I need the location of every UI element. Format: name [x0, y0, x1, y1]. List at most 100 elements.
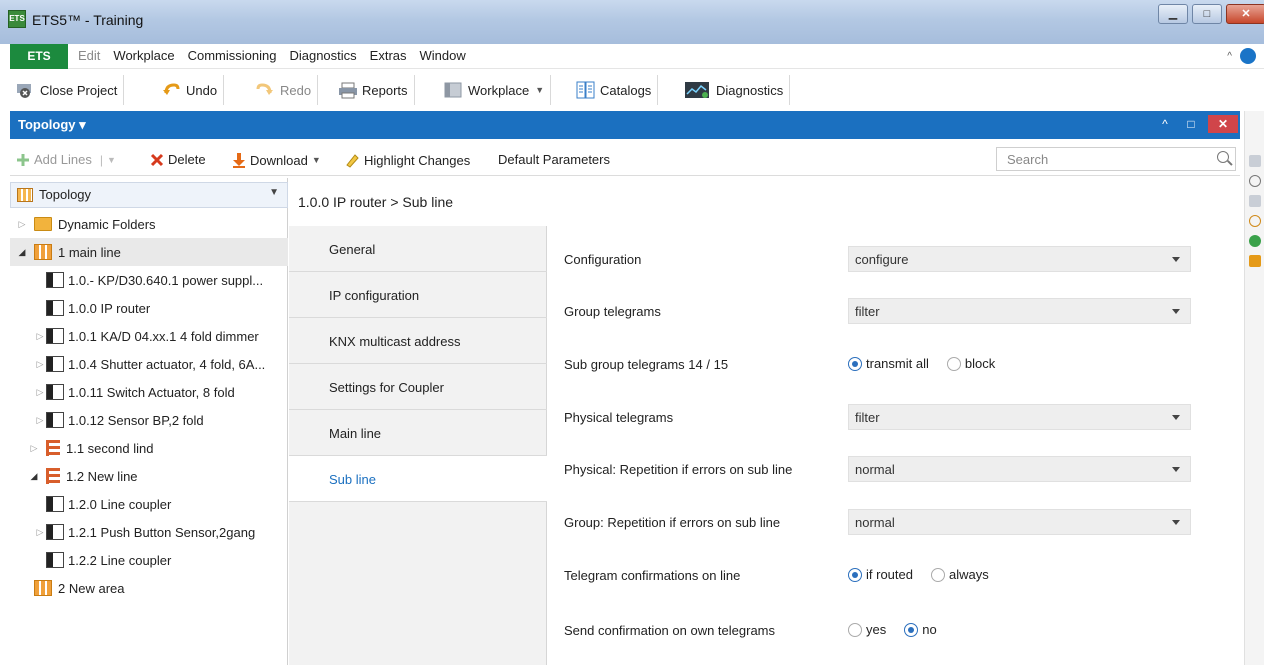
- configuration-select[interactable]: configure: [848, 246, 1191, 272]
- search-input[interactable]: Search: [996, 147, 1236, 171]
- tree-view-selector[interactable]: Topology ▼: [10, 182, 288, 208]
- tree-item-area[interactable]: 2 New area: [10, 574, 288, 602]
- printer-icon: [338, 81, 357, 99]
- redo-button[interactable]: Redo: [250, 75, 319, 105]
- sub-group-telegrams-label: Sub group telegrams 14 / 15: [564, 357, 729, 372]
- radio-empty-icon: [848, 622, 862, 637]
- tab-knx-multicast-address[interactable]: KNX multicast address: [289, 318, 547, 364]
- tree-item-line[interactable]: ▷ 1.1 second lind: [10, 434, 288, 462]
- search-icon[interactable]: [1217, 151, 1229, 163]
- physical-repetition-label: Physical: Repetition if errors on sub li…: [564, 462, 793, 477]
- tree-item-device[interactable]: ▷ 1.0.1 KA/D 04.xx.1 4 fold dimmer: [10, 322, 288, 350]
- menu-commissioning[interactable]: Commissioning: [188, 48, 277, 63]
- chevron-down-icon: [1172, 520, 1180, 525]
- expand-arrow-icon[interactable]: ▷: [16, 219, 28, 230]
- help-icon[interactable]: [1240, 48, 1256, 64]
- panel-collapse-button[interactable]: ^: [1154, 115, 1176, 133]
- close-window-button[interactable]: ✕: [1226, 4, 1264, 24]
- tab-sub-line[interactable]: Sub line: [289, 456, 547, 502]
- reports-button[interactable]: Reports: [332, 75, 415, 105]
- command-bar: Add Lines | ▼ Delete Download ▼ Highligh…: [10, 144, 1240, 176]
- expand-arrow-icon[interactable]: ▷: [34, 415, 46, 426]
- highlight-changes-button[interactable]: Highlight Changes: [344, 152, 470, 168]
- tree-item-device[interactable]: ▷ 1.2.1 Push Button Sensor,2gang: [10, 518, 288, 546]
- tree-item-dynamic-folders[interactable]: ▷ Dynamic Folders: [10, 210, 288, 238]
- download-caret-icon: ▼: [311, 155, 321, 165]
- diagnostics-button[interactable]: Diagnostics: [678, 75, 791, 105]
- physical-telegrams-select[interactable]: filter: [848, 404, 1191, 430]
- device-icon: [46, 552, 64, 568]
- topology-icon: [17, 188, 33, 202]
- tree-item-device[interactable]: 1.0.0 IP router: [10, 294, 288, 322]
- expand-arrow-icon[interactable]: ▷: [34, 331, 46, 342]
- tree-item-device[interactable]: ▷ 1.0.4 Shutter actuator, 4 fold, 6A...: [10, 350, 288, 378]
- menu-diagnostics[interactable]: Diagnostics: [289, 48, 356, 63]
- undo-button[interactable]: Undo: [156, 75, 225, 105]
- transmit-all-option[interactable]: transmit all: [848, 356, 929, 371]
- tree-item-main-line[interactable]: ◢ 1 main line: [10, 238, 288, 266]
- menu-workplace[interactable]: Workplace: [113, 48, 174, 63]
- panel-restore-button[interactable]: □: [1180, 115, 1202, 133]
- undo-history-icon[interactable]: [1249, 255, 1261, 267]
- tree-item-device[interactable]: 1.2.2 Line coupler: [10, 546, 288, 574]
- expand-arrow-icon[interactable]: ▷: [34, 387, 46, 398]
- catalogs-button[interactable]: Catalogs: [570, 75, 659, 105]
- default-parameters-button[interactable]: Default Parameters: [498, 152, 610, 167]
- tab-general[interactable]: General: [289, 226, 547, 272]
- menu-window[interactable]: Window: [420, 48, 466, 63]
- add-lines-button[interactable]: Add Lines | ▼: [16, 152, 116, 167]
- block-option[interactable]: block: [946, 356, 995, 371]
- collapse-arrow-icon[interactable]: ◢: [16, 247, 28, 258]
- expand-arrow-icon[interactable]: ▷: [34, 359, 46, 370]
- tree-item-device[interactable]: 1.2.0 Line coupler: [10, 490, 288, 518]
- tree-item-device[interactable]: ▷ 1.0.12 Sensor BP,2 fold: [10, 406, 288, 434]
- play-icon[interactable]: [1249, 235, 1261, 247]
- yes-option[interactable]: yes: [848, 622, 886, 637]
- workplace-dropdown[interactable]: Workplace ▼: [438, 75, 552, 105]
- line-icon: [46, 440, 60, 456]
- side-toolbar: [1244, 111, 1264, 665]
- menu-ets[interactable]: ETS: [10, 44, 68, 69]
- tab-ip-configuration[interactable]: IP configuration: [289, 272, 547, 318]
- group-telegrams-select[interactable]: filter: [848, 298, 1191, 324]
- panel-close-button[interactable]: ✕: [1208, 115, 1238, 133]
- search-placeholder: Search: [1007, 152, 1049, 167]
- expand-arrow-icon[interactable]: ▷: [28, 443, 40, 454]
- device-icon: [46, 300, 64, 316]
- delete-button[interactable]: Delete: [150, 152, 206, 167]
- list-icon[interactable]: [1249, 195, 1261, 207]
- no-option[interactable]: no: [904, 622, 937, 637]
- menu-extras[interactable]: Extras: [370, 48, 407, 63]
- close-project-button[interactable]: Close Project: [10, 75, 125, 105]
- tree-item-device[interactable]: ▷ 1.0.11 Switch Actuator, 8 fold: [10, 378, 288, 406]
- select-value: filter: [855, 410, 880, 425]
- maximize-button[interactable]: □: [1192, 4, 1222, 24]
- collapse-arrow-icon[interactable]: ◢: [28, 471, 40, 482]
- panel-title-dropdown[interactable]: Topology ▾: [18, 117, 86, 133]
- tab-main-line[interactable]: Main line: [289, 410, 547, 456]
- tree-item-label: 1.0.4 Shutter actuator, 4 fold, 6A...: [68, 356, 266, 372]
- tab-settings-for-coupler[interactable]: Settings for Coupler: [289, 364, 547, 410]
- always-option[interactable]: always: [930, 567, 989, 582]
- group-repetition-select[interactable]: normal: [848, 509, 1191, 535]
- physical-repetition-select[interactable]: normal: [848, 456, 1191, 482]
- properties-icon[interactable]: [1249, 155, 1261, 167]
- chevron-down-icon: [1172, 467, 1180, 472]
- tree-item-line[interactable]: ◢ 1.2 New line: [10, 462, 288, 490]
- minimize-button[interactable]: ▁: [1158, 4, 1188, 24]
- clock-icon[interactable]: [1249, 215, 1261, 227]
- tree-item-device[interactable]: 1.0.- KP/D30.640.1 power suppl...: [10, 266, 288, 294]
- menu-edit[interactable]: Edit: [78, 48, 100, 63]
- radio-selected-icon: [848, 567, 862, 582]
- if-routed-option[interactable]: if routed: [848, 567, 913, 582]
- radio-empty-icon: [946, 356, 961, 371]
- expand-arrow-icon[interactable]: ▷: [34, 527, 46, 538]
- download-icon: [233, 153, 245, 168]
- topology-panel-header: Topology ▾ ^ □ ✕: [10, 111, 1240, 139]
- ribbon-collapse-icon[interactable]: ^: [1227, 51, 1232, 62]
- chevron-down-icon: [1172, 415, 1180, 420]
- group-repetition-label: Group: Repetition if errors on sub line: [564, 515, 781, 530]
- download-dropdown[interactable]: Download ▼: [232, 152, 321, 168]
- search-icon[interactable]: [1249, 175, 1261, 187]
- default-parameters-label: Default Parameters: [498, 152, 610, 167]
